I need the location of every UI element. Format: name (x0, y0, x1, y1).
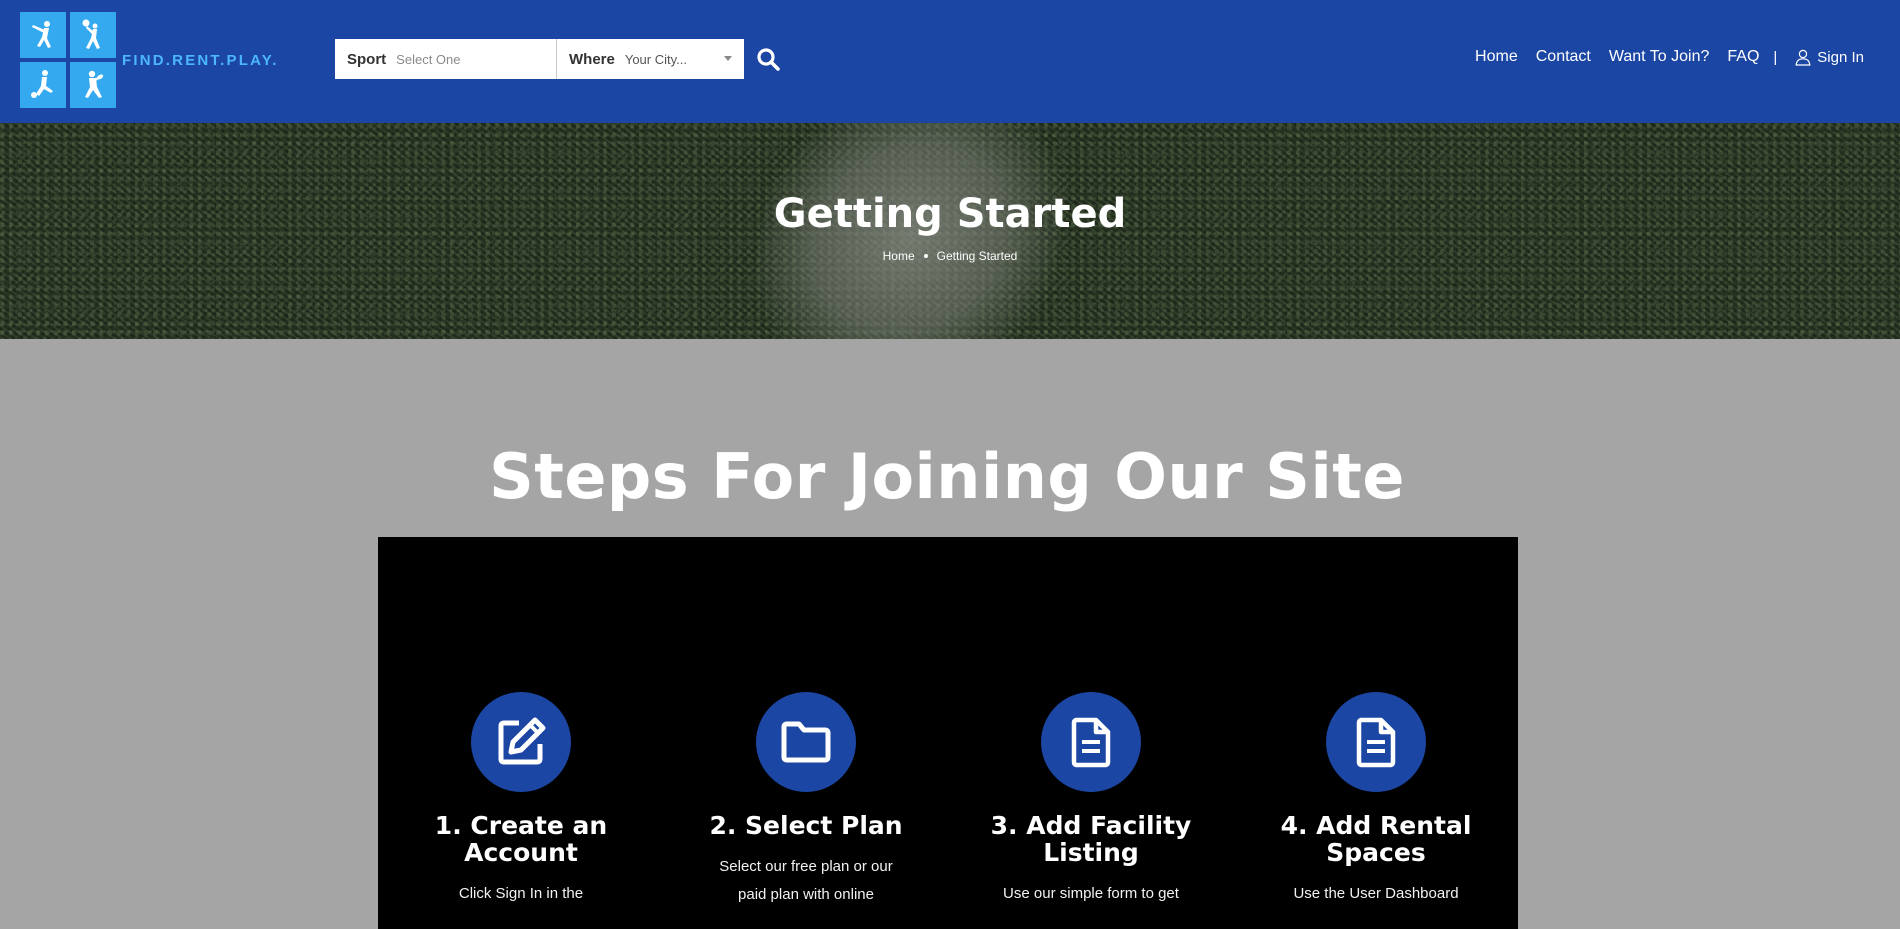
nav-separator: | (1773, 48, 1778, 66)
step-icon-circle (1041, 692, 1141, 792)
step-description: Click Sign In in the (458, 885, 584, 902)
logo-grid (20, 12, 116, 108)
step-icon-circle (471, 692, 571, 792)
nav-contact[interactable]: Contact (1536, 48, 1591, 66)
document-icon (1071, 717, 1111, 768)
user-icon (1795, 49, 1811, 66)
search-icon (757, 48, 780, 71)
page-title: Getting Started (773, 191, 1127, 237)
search-button[interactable] (748, 39, 788, 79)
where-label: Where (569, 50, 615, 68)
nav-home[interactable]: Home (1475, 48, 1518, 66)
step-title: 3. Add Facility Listing (990, 811, 1192, 867)
step-description: Use our simple form to get (1003, 885, 1179, 902)
main-nav: Home Contact Want To Join? FAQ | Sign In (1457, 48, 1864, 66)
brand-name: FIND.RENT.PLAY. (122, 51, 279, 69)
steps-panel: 1. Create an Account Click Sign In in the… (378, 537, 1518, 929)
folder-icon (781, 721, 831, 763)
step-add-rental-spaces: 4. Add Rental Spaces Use the User Dashboa… (1261, 692, 1491, 908)
chevron-down-icon (724, 56, 732, 61)
step-title: 4. Add Rental Spaces (1280, 811, 1472, 867)
step-description: Use the User Dashboard (1293, 885, 1459, 902)
nav-faq[interactable]: FAQ (1727, 48, 1759, 66)
soccer-icon (20, 62, 66, 108)
edit-icon (498, 717, 546, 765)
step-title: 1. Create an Account (434, 811, 608, 867)
sport-label: Sport (347, 50, 387, 68)
breadcrumb: Home Getting Started (0, 249, 1900, 263)
volleyball-icon (70, 12, 116, 58)
baseball-icon (20, 12, 66, 58)
breadcrumb-current: Getting Started (936, 249, 1018, 263)
step-icon-circle (756, 692, 856, 792)
steps-heading: Steps For Joining Our Site (489, 440, 1405, 513)
city-value: Your City... (624, 51, 687, 67)
document-icon (1356, 717, 1396, 768)
hero-banner: Getting Started Home Getting Started (0, 123, 1900, 339)
sport-select[interactable]: Sport Select One (335, 39, 556, 79)
step-create-account: 1. Create an Account Click Sign In in the (406, 692, 636, 908)
city-select[interactable]: Where Your City... (556, 39, 744, 79)
step-add-facility: 3. Add Facility Listing Use our simple fo… (976, 692, 1206, 908)
nav-want-to-join[interactable]: Want To Join? (1609, 48, 1710, 66)
sport-value: Select One (396, 51, 461, 67)
search-bar: Sport Select One Where Your City... (335, 39, 788, 79)
step-select-plan: 2. Select Plan Select our free plan or o… (691, 692, 921, 909)
site-header: FIND.RENT.PLAY. Sport Select One Where Y… (0, 0, 1900, 123)
breadcrumb-home[interactable]: Home (883, 249, 915, 263)
football-icon (70, 62, 116, 108)
breadcrumb-separator (923, 254, 928, 258)
sign-in-label: Sign In (1817, 48, 1864, 66)
step-icon-circle (1326, 692, 1426, 792)
site-logo[interactable]: FIND.RENT.PLAY. (20, 12, 279, 108)
step-description: Select our free plan or our paid plan wit… (719, 858, 893, 903)
sign-in-link[interactable]: Sign In (1795, 49, 1864, 66)
step-title: 2. Select Plan (709, 811, 903, 840)
